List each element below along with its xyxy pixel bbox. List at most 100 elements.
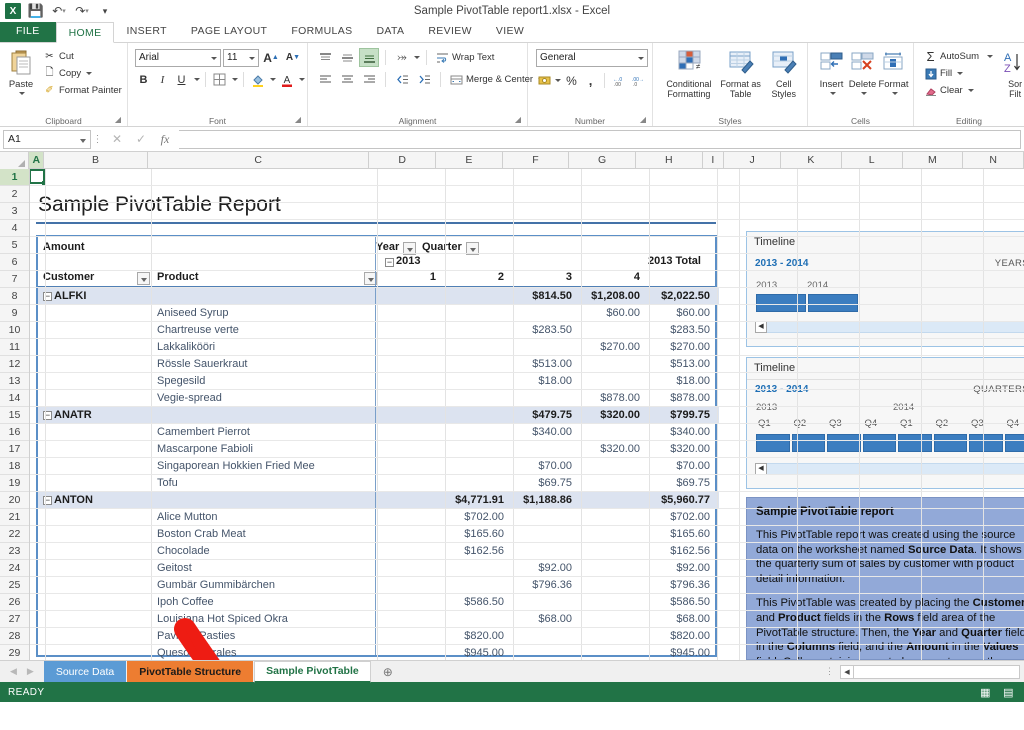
row-header-23[interactable]: 23 — [0, 543, 29, 560]
decrease-font-size-icon[interactable]: A ▼ — [283, 48, 303, 67]
column-header-N[interactable]: N — [963, 152, 1024, 168]
tab-insert[interactable]: INSERT — [114, 21, 178, 42]
borders-chevron-down-icon[interactable] — [232, 78, 238, 81]
tab-home[interactable]: HOME — [55, 22, 115, 43]
font-name-input[interactable]: Arial — [135, 48, 221, 67]
font-size-input[interactable]: 11 — [223, 48, 259, 67]
row-header-25[interactable]: 25 — [0, 577, 29, 594]
row-header-11[interactable]: 11 — [0, 339, 29, 356]
sheet-tab-source-data[interactable]: Source Data — [43, 661, 127, 682]
cell-styles-button[interactable]: Cell Styles — [765, 46, 803, 99]
fill-color-chevron-down-icon[interactable] — [270, 78, 276, 81]
scrollbar-resize-handle[interactable]: ⋮ — [825, 667, 834, 676]
timeline-quarter-block-4[interactable] — [898, 434, 932, 452]
row-header-12[interactable]: 12 — [0, 356, 29, 373]
row-header-21[interactable]: 21 — [0, 509, 29, 526]
sheet-tab-sample-pivottable[interactable]: Sample PivotTable — [254, 660, 371, 683]
row-header-14[interactable]: 14 — [0, 390, 29, 407]
decrease-indent-icon[interactable] — [392, 70, 412, 89]
fill-color-button[interactable] — [249, 70, 266, 89]
row-header-6[interactable]: 6 — [0, 254, 29, 271]
format-cells-button[interactable]: Format — [878, 46, 909, 95]
scroll-left-icon[interactable]: ◀ — [841, 665, 854, 678]
delete-chevron-down-icon[interactable] — [860, 92, 867, 95]
add-sheet-icon[interactable]: ⊕ — [378, 662, 398, 682]
tab-view[interactable]: VIEW — [484, 21, 536, 42]
delete-cells-button[interactable]: Delete — [847, 46, 878, 95]
timeline-quarter-block-5[interactable] — [933, 434, 967, 452]
clear-button[interactable]: Clear — [921, 82, 996, 99]
increase-font-size-icon[interactable]: A ▲ — [261, 48, 281, 67]
accounting-chevron-down-icon[interactable] — [555, 79, 561, 82]
tab-file[interactable]: FILE — [0, 21, 56, 42]
timeline-years-block-2014[interactable] — [808, 294, 858, 312]
wrap-text-button[interactable]: Wrap Text — [433, 49, 497, 66]
column-header-J[interactable]: J — [724, 152, 782, 168]
timeline-years-block-2013[interactable] — [756, 294, 806, 312]
row-header-17[interactable]: 17 — [0, 441, 29, 458]
column-header-M[interactable]: M — [902, 152, 964, 168]
year-group-collapse-icon[interactable]: − — [385, 258, 394, 267]
font-color-button[interactable]: A — [278, 70, 295, 89]
format-as-table-button[interactable]: Format as Table — [717, 46, 765, 99]
customer-filter-icon[interactable] — [137, 272, 150, 285]
row-header-13[interactable]: 13 — [0, 373, 29, 390]
cancel-formula-icon[interactable]: ✕ — [105, 130, 129, 149]
align-left-icon[interactable] — [315, 70, 335, 89]
orientation-button[interactable]: ⤖ — [392, 48, 420, 67]
format-painter-button[interactable]: ✐ Format Painter — [40, 82, 125, 99]
next-sheet-icon[interactable]: ▶ — [27, 666, 34, 677]
row-header-19[interactable]: 19 — [0, 475, 29, 492]
number-format-select[interactable]: General — [536, 48, 648, 67]
clipboard-dialog-launcher-icon[interactable]: ◢ — [115, 114, 121, 126]
copy-button[interactable]: 🗋 Copy — [40, 65, 125, 82]
insert-cells-button[interactable]: Insert — [816, 46, 847, 95]
fill-chevron-down-icon[interactable] — [957, 72, 964, 75]
accounting-format-button[interactable] — [536, 71, 561, 90]
insert-chevron-down-icon[interactable] — [829, 92, 836, 95]
column-header-H[interactable]: H — [635, 152, 703, 168]
active-cell-selection[interactable] — [30, 169, 46, 185]
format-chevron-down-icon[interactable] — [891, 92, 898, 95]
tab-formulas[interactable]: FORMULAS — [279, 21, 364, 42]
row-header-28[interactable]: 28 — [0, 628, 29, 645]
column-header-L[interactable]: L — [841, 152, 903, 168]
insert-function-icon[interactable]: fx — [153, 130, 177, 149]
underline-chevron-down-icon[interactable] — [194, 78, 200, 81]
conditional-formatting-button[interactable]: ≠ Conditional Formatting — [661, 46, 717, 99]
fill-button[interactable]: Fill — [921, 65, 996, 82]
font-color-chevron-down-icon[interactable] — [299, 78, 305, 81]
alignment-dialog-launcher-icon[interactable]: ◢ — [515, 114, 521, 126]
row-header-7[interactable]: 7 — [0, 271, 29, 288]
autosum-chevron-down-icon[interactable] — [987, 55, 994, 58]
sort-filter-button[interactable]: A Z Sor Filt — [1000, 46, 1024, 99]
row-header-10[interactable]: 10 — [0, 322, 29, 339]
cut-button[interactable]: ✂ Cut — [40, 48, 125, 65]
decrease-decimal-icon[interactable]: .00→ .0 — [629, 71, 646, 90]
name-box[interactable]: A1 — [3, 129, 91, 149]
timeline-quarter-block-6[interactable] — [969, 434, 1003, 452]
row-header-4[interactable]: 4 — [0, 220, 29, 237]
row-header-5[interactable]: 5 — [0, 237, 29, 254]
underline-button[interactable]: U — [173, 70, 190, 89]
percent-style-button[interactable]: % — [563, 71, 580, 90]
row-header-29[interactable]: 29 — [0, 645, 29, 660]
row-header-1[interactable]: 1 — [0, 169, 29, 186]
align-bottom-icon[interactable] — [359, 48, 379, 67]
timeline-years-level[interactable]: YEARS — [995, 258, 1024, 269]
row-header-26[interactable]: 26 — [0, 594, 29, 611]
sheet-canvas[interactable]: Sample PivotTable Report Amount Year Qua… — [30, 169, 1024, 660]
timeline-years-scroll-left-icon[interactable]: ◀ — [755, 321, 767, 333]
tab-review[interactable]: REVIEW — [416, 21, 484, 42]
sheet-tab-pivottable-structure[interactable]: PivotTable Structure — [127, 661, 254, 682]
column-header-G[interactable]: G — [569, 152, 636, 168]
column-header-C[interactable]: C — [147, 152, 370, 168]
normal-view-icon[interactable]: ▦ — [978, 686, 993, 699]
timeline-quarter-block-0[interactable] — [756, 434, 790, 452]
row-header-22[interactable]: 22 — [0, 526, 29, 543]
row-header-8[interactable]: 8 — [0, 288, 29, 305]
copy-chevron-down-icon[interactable] — [86, 72, 93, 75]
row-header-2[interactable]: 2 — [0, 186, 29, 203]
column-header-D[interactable]: D — [369, 152, 437, 168]
align-center-icon[interactable] — [337, 70, 357, 89]
